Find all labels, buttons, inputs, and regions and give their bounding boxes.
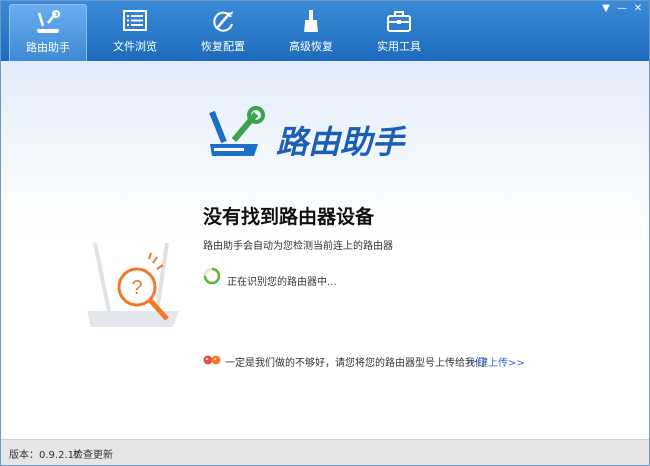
minimize-button[interactable]: —: [615, 3, 629, 15]
page-subtitle: 路由助手会自动为您检测当前连上的路由器: [203, 241, 393, 252]
svg-text:?: ?: [131, 277, 142, 299]
tab-file-browse[interactable]: 文件浏览: [97, 4, 173, 60]
app-logo: 路由助手: [204, 106, 444, 164]
detection-status: 正在识别您的路由器中...: [227, 277, 337, 288]
sad-face-icon: [203, 355, 221, 365]
menu-dropdown-button[interactable]: ▼: [599, 3, 613, 15]
close-button[interactable]: ✕: [631, 3, 645, 15]
file-list-icon: [123, 10, 147, 31]
tab-label: 高级恢复: [289, 40, 333, 53]
tab-restore-config[interactable]: 恢复配置: [185, 4, 261, 60]
router-search-illustration: ?: [87, 242, 179, 327]
router-tools-icon: [37, 10, 60, 33]
tab-label: 路由助手: [26, 41, 70, 54]
tab-label: 实用工具: [377, 40, 421, 53]
brush-icon: [304, 10, 318, 32]
version-label: 版本：0.9.2.17: [9, 450, 81, 461]
status-bar: 版本：0.9.2.17 检查更新: [1, 439, 649, 465]
top-nav-bar: 路由助手 文件浏览 恢复配置 高级恢复 实用工具 ▼ — ✕: [1, 1, 649, 61]
tab-label: 文件浏览: [113, 40, 157, 53]
feedback-notice: 一定是我们做的不够好，请您将您的路由器型号上传给我们: [225, 358, 485, 369]
restore-icon: [213, 11, 233, 32]
logo-title: 路由助手: [276, 123, 405, 161]
logo-router-icon: [209, 106, 265, 156]
check-update-link[interactable]: 检查更新: [73, 446, 113, 461]
tab-router-assistant[interactable]: 路由助手: [9, 4, 87, 61]
tab-advanced-restore[interactable]: 高级恢复: [273, 4, 349, 60]
upload-link[interactable]: 一键上传>>: [468, 354, 525, 369]
main-panel: 路由助手 ? 没有找到路由器设备 路由助手会自动为您检测当前连上的路由器 正在识…: [1, 61, 649, 439]
app-window: 路由助手 文件浏览 恢复配置 高级恢复 实用工具 ▼ — ✕ 路由助手 ? 没有…: [0, 0, 650, 466]
page-title: 没有找到路由器设备: [203, 206, 375, 228]
tab-utilities[interactable]: 实用工具: [361, 4, 437, 60]
loading-spinner-icon: [203, 267, 221, 285]
tab-label: 恢复配置: [201, 40, 245, 53]
toolbox-icon: [387, 11, 411, 32]
